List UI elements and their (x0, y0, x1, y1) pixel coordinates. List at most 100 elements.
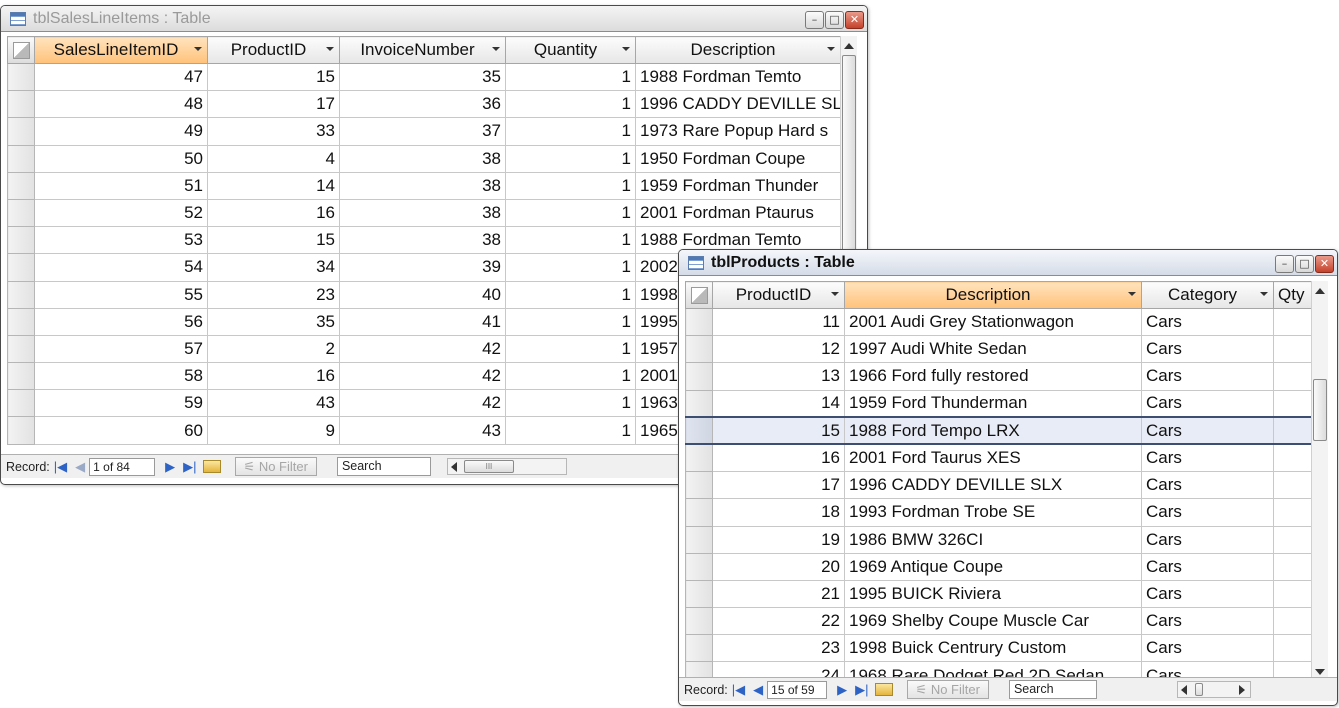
first-record-icon[interactable]: |◀ (732, 683, 745, 696)
row-selector[interactable] (7, 226, 35, 255)
record-position-field[interactable]: 1 of 84 (89, 457, 156, 476)
table-cell[interactable] (1273, 416, 1312, 446)
table-cell[interactable]: Cars (1141, 307, 1274, 337)
table-cell[interactable] (1273, 362, 1312, 391)
prev-record-icon[interactable]: ◀ (753, 683, 763, 696)
row-selector[interactable] (7, 334, 35, 364)
table-cell[interactable]: 2001 Audi Grey Stationwagon (844, 307, 1142, 337)
table-cell[interactable]: 1 (505, 90, 636, 119)
next-record-icon[interactable]: ▶ (165, 460, 175, 473)
last-record-icon[interactable]: ▶| (183, 460, 196, 473)
row-selector[interactable] (7, 171, 35, 200)
hscroll-thumb[interactable] (1194, 683, 1203, 696)
table-cell[interactable] (1273, 498, 1312, 527)
scroll-right-arrow-icon[interactable] (1238, 685, 1245, 695)
restore-button[interactable]: □ (1295, 255, 1314, 273)
table-cell[interactable]: 39 (339, 253, 506, 282)
table-cell[interactable] (1273, 552, 1312, 581)
table-row[interactable]: 20 1969 Antique Coupe Cars (685, 552, 1312, 581)
table-cell[interactable]: 1993 Fordman Trobe SE (844, 498, 1142, 527)
row-selector[interactable] (7, 62, 35, 92)
table-cell[interactable]: 1 (505, 226, 636, 255)
table-cell[interactable]: 1998 Buick Centrury Custom (844, 634, 1142, 663)
table-cell[interactable]: 48 (34, 90, 208, 119)
table-cell[interactable]: Cars (1141, 498, 1274, 527)
table-cell[interactable] (1273, 579, 1312, 609)
table-row[interactable]: 49 33 37 1 1973 Rare Popup Hard s (7, 117, 841, 146)
search-input[interactable]: Search (1008, 680, 1097, 699)
table-cell[interactable]: 13 (712, 362, 845, 391)
table-cell[interactable]: 12 (712, 335, 845, 364)
row-selector[interactable] (685, 634, 713, 663)
table-cell[interactable]: 1997 Audi White Sedan (844, 335, 1142, 364)
column-header-qty[interactable]: Qty (1273, 281, 1312, 309)
table-cell[interactable] (1273, 634, 1312, 663)
prev-record-icon[interactable]: ◀ (75, 460, 85, 473)
sales-window-titlebar[interactable]: tblSalesLineItems : Table – □ ✕ (1, 6, 867, 32)
table-row[interactable]: 23 1998 Buick Centrury Custom Cars (685, 634, 1312, 663)
table-cell[interactable]: 17 (712, 471, 845, 500)
close-button[interactable]: ✕ (1315, 255, 1334, 273)
table-row[interactable]: 47 15 35 1 1988 Fordman Temto (7, 62, 841, 92)
row-selector[interactable] (7, 90, 35, 119)
column-header-quantity[interactable]: Quantity (505, 36, 636, 64)
table-cell[interactable] (1273, 471, 1312, 500)
products-vertical-scrollbar[interactable] (1311, 281, 1328, 682)
table-cell[interactable]: 1 (505, 362, 636, 391)
scroll-up-arrow-icon[interactable] (1315, 288, 1325, 294)
table-row[interactable]: 17 1996 CADDY DEVILLE SLX Cars (685, 471, 1312, 500)
table-cell[interactable]: 1 (505, 198, 636, 228)
table-cell[interactable]: 14 (207, 171, 340, 200)
table-cell[interactable]: 1 (505, 416, 636, 445)
table-cell[interactable]: 50 (34, 144, 208, 173)
no-filter-button[interactable]: ⚟ No Filter (906, 680, 989, 699)
table-cell[interactable] (1273, 607, 1312, 636)
chevron-down-icon[interactable] (326, 47, 334, 51)
row-selector[interactable] (685, 307, 713, 337)
sales-horizontal-scrollbar[interactable]: III (446, 458, 567, 475)
column-header-category[interactable]: Category (1141, 281, 1274, 309)
table-cell[interactable]: 1988 Ford Tempo LRX (844, 416, 1142, 446)
table-cell[interactable]: 4 (207, 144, 340, 173)
table-row[interactable]: 48 17 36 1 1996 CADDY DEVILLE SLX (7, 90, 841, 119)
table-cell[interactable]: 38 (339, 226, 506, 255)
table-cell[interactable]: 1 (505, 307, 636, 336)
table-row[interactable]: 14 1959 Ford Thunderman Cars (685, 389, 1312, 418)
table-cell[interactable]: 1969 Shelby Coupe Muscle Car (844, 607, 1142, 636)
table-cell[interactable] (1273, 389, 1312, 418)
scroll-left-arrow-icon[interactable] (450, 462, 457, 472)
row-selector[interactable] (7, 307, 35, 336)
table-cell[interactable]: 2 (207, 334, 340, 364)
table-cell[interactable]: 42 (339, 362, 506, 391)
row-selector[interactable] (685, 389, 713, 418)
table-cell[interactable]: 34 (207, 253, 340, 282)
table-cell[interactable]: 1959 Fordman Thunder (635, 171, 841, 200)
row-selector[interactable] (7, 198, 35, 228)
table-cell[interactable]: 16 (207, 198, 340, 228)
chevron-down-icon[interactable] (622, 47, 630, 51)
no-filter-button[interactable]: ⚟ No Filter (234, 457, 317, 476)
table-cell[interactable]: 15 (712, 416, 845, 446)
table-cell[interactable]: 38 (339, 171, 506, 200)
table-row[interactable]: 18 1993 Fordman Trobe SE Cars (685, 498, 1312, 527)
table-cell[interactable]: 55 (34, 280, 208, 309)
table-cell[interactable]: 1973 Rare Popup Hard s (635, 117, 841, 146)
table-row[interactable]: 21 1995 BUICK Riviera Cars (685, 579, 1312, 609)
table-cell[interactable]: 21 (712, 579, 845, 609)
table-cell[interactable] (1273, 525, 1312, 554)
table-cell[interactable]: 54 (34, 253, 208, 282)
row-selector[interactable] (685, 498, 713, 527)
select-all-cell[interactable] (685, 281, 713, 309)
table-cell[interactable]: 17 (207, 90, 340, 119)
products-window-titlebar[interactable]: tblProducts : Table – □ ✕ (679, 250, 1337, 276)
close-button[interactable]: ✕ (845, 11, 864, 29)
row-selector[interactable] (7, 253, 35, 282)
table-cell[interactable]: Cars (1141, 634, 1274, 663)
chevron-down-icon[interactable] (831, 292, 839, 296)
table-cell[interactable]: 59 (34, 389, 208, 418)
table-cell[interactable]: 47 (34, 62, 208, 92)
table-cell[interactable]: 43 (207, 389, 340, 418)
table-cell[interactable]: 56 (34, 307, 208, 336)
table-row[interactable]: 52 16 38 1 2001 Fordman Ptaurus (7, 198, 841, 228)
search-input[interactable]: Search (336, 457, 431, 476)
